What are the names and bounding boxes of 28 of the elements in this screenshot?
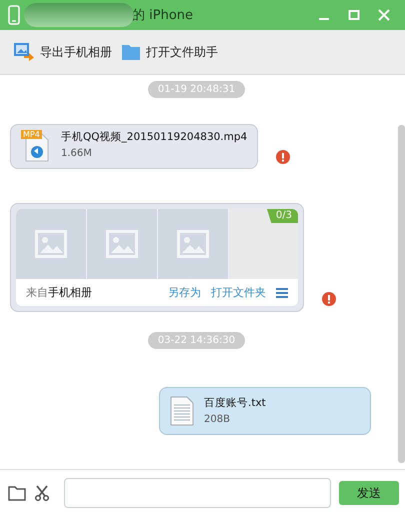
file-size: 208B: [204, 414, 231, 425]
source-prefix: 来自: [26, 285, 48, 300]
text-file-icon: [170, 396, 194, 426]
file-name: 手机QQ视频_20150119204830.mp4: [61, 130, 248, 144]
image-placeholder-icon: [158, 209, 229, 279]
menu-icon[interactable]: [276, 288, 288, 298]
toolbar-button[interactable]: 导出手机相册: [14, 43, 112, 61]
phone-icon: [8, 5, 20, 25]
action-link[interactable]: 打开文件夹: [211, 285, 266, 300]
message-input[interactable]: [64, 478, 331, 508]
maximize-icon[interactable]: [348, 9, 360, 21]
file-type-badge: MP4: [21, 130, 42, 139]
folder-icon: [122, 44, 140, 60]
window-title: 的 iPhone: [132, 7, 194, 24]
scissors-icon[interactable]: [34, 485, 50, 501]
source-name: 手机相册: [48, 285, 92, 300]
close-icon[interactable]: [378, 9, 390, 21]
file-size: 1.66M: [61, 148, 93, 159]
image-placeholder-icon: [16, 209, 87, 279]
toolbar-button[interactable]: 打开文件助手: [122, 44, 218, 60]
file-message[interactable]: MP4 手机QQ视频_20150119204830.mp4 1.66M: [10, 124, 258, 169]
file-message[interactable]: 百度账号.txt 208B: [159, 387, 371, 435]
image-placeholder-icon: [87, 209, 158, 279]
folder-icon[interactable]: [8, 486, 26, 500]
image-export-icon: [14, 43, 34, 61]
counter-badge: 0/3: [266, 209, 298, 223]
file-name: 百度账号.txt: [204, 396, 266, 410]
send-button[interactable]: 发送: [339, 481, 399, 505]
